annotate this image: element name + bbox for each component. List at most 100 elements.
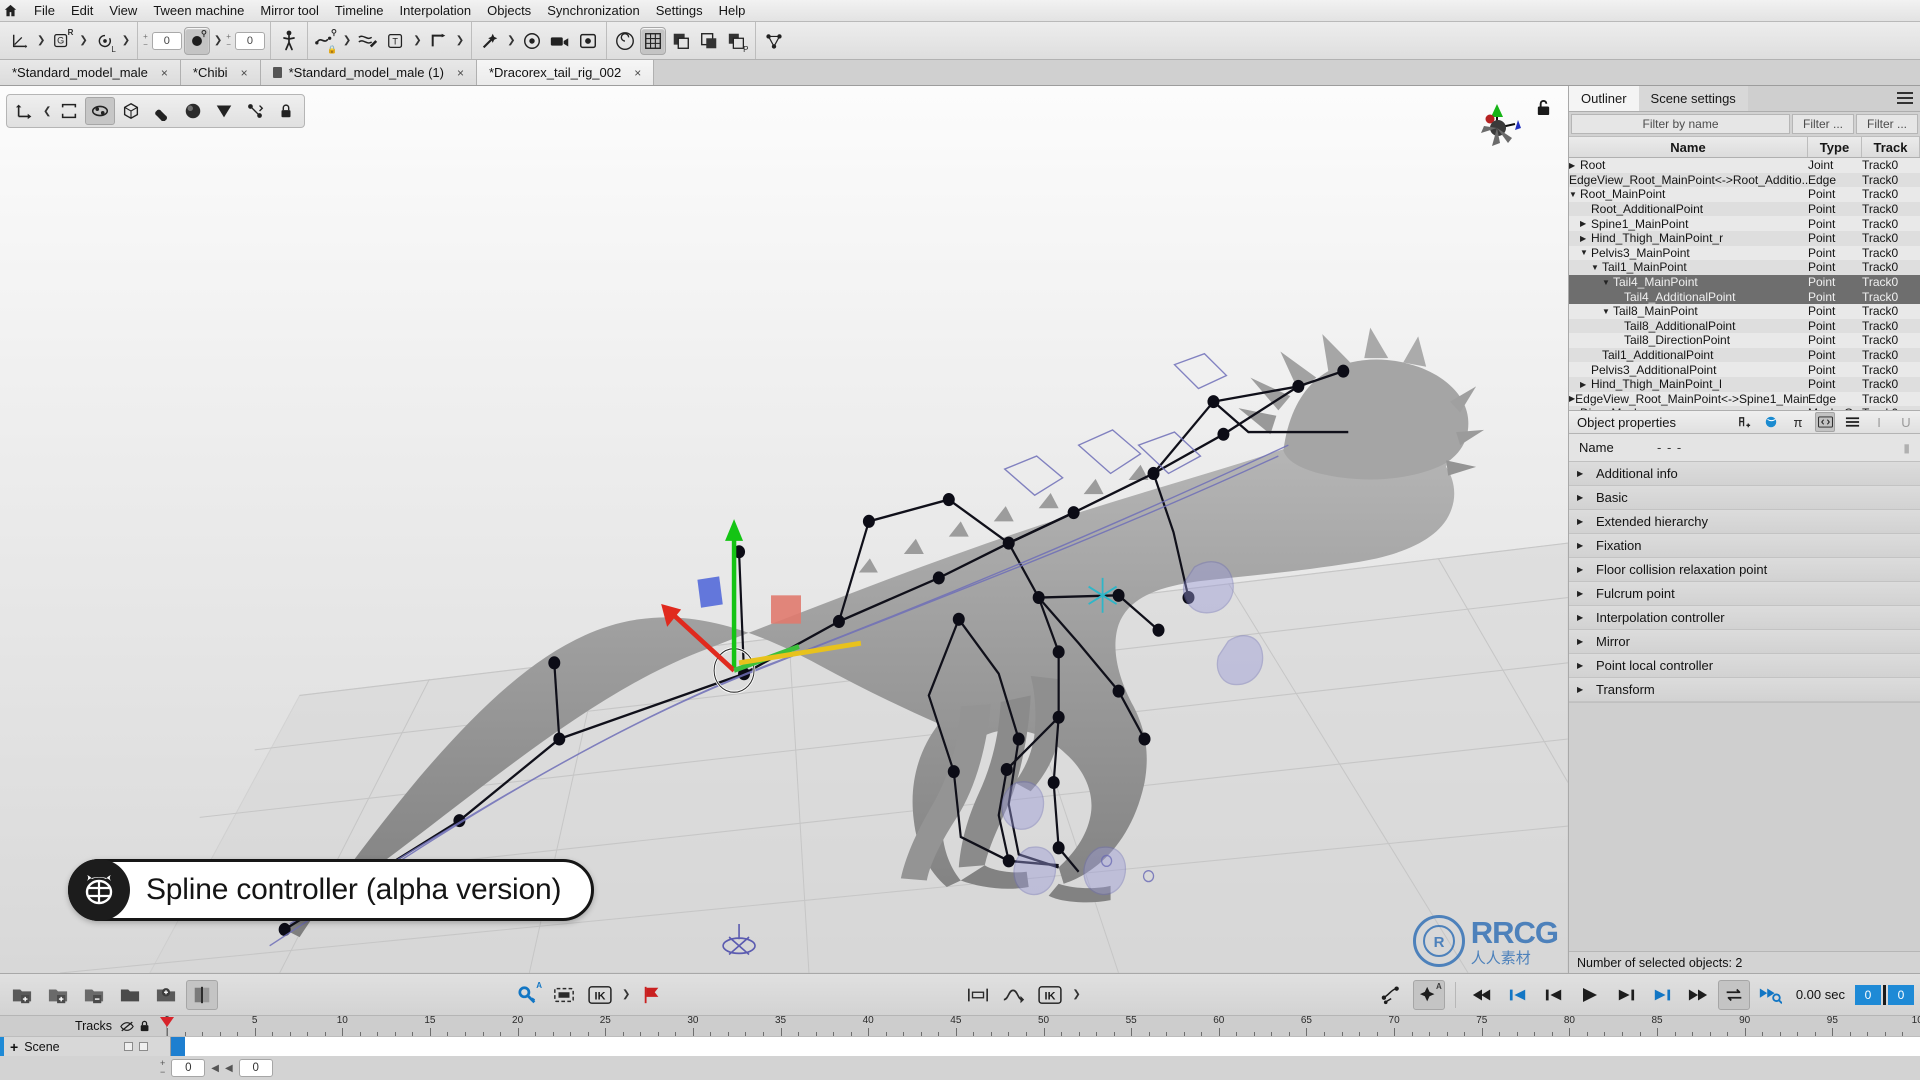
chevron-down-icon[interactable]: ❯: [35, 35, 47, 46]
chevron-down-icon-8[interactable]: ❯: [505, 35, 517, 46]
chevron-right-icon[interactable]: ▶: [1580, 234, 1591, 243]
filled-track-icon[interactable]: [114, 980, 146, 1010]
video-camera-icon[interactable]: [547, 27, 573, 55]
camera-frame-icon[interactable]: [575, 27, 601, 55]
chevron-down-icon[interactable]: ▼: [1602, 278, 1613, 287]
ik-2-icon[interactable]: IK: [1034, 980, 1066, 1010]
pi-expression-icon[interactable]: π: [1788, 412, 1808, 432]
range-start-input[interactable]: 0: [238, 1059, 273, 1077]
point-select-mode-icon[interactable]: ⚲: [183, 26, 210, 55]
chevron-right-icon[interactable]: ▶: [1569, 409, 1580, 410]
curve-jump-icon[interactable]: [998, 980, 1030, 1010]
character-pose-icon[interactable]: [276, 27, 302, 55]
global-coord-icon[interactable]: G R: [49, 27, 75, 55]
outliner-row[interactable]: ▼ Pelvis3_MainPoint Point Track0: [1569, 246, 1920, 261]
chevron-down-icon-5[interactable]: ❯: [341, 35, 353, 46]
property-section-fulcrum-point[interactable]: ▶ Fulcrum point: [1569, 582, 1920, 606]
previous-key-button[interactable]: [1538, 980, 1570, 1010]
step-back-2-icon[interactable]: ◀: [225, 1063, 233, 1074]
chevron-right-icon[interactable]: ▶: [1577, 493, 1588, 502]
i-icon[interactable]: I: [1869, 412, 1889, 432]
menu-item-interpolation[interactable]: Interpolation: [392, 1, 480, 20]
menu-item-tween-machine[interactable]: Tween machine: [145, 1, 252, 20]
menu-item-settings[interactable]: Settings: [648, 1, 711, 20]
new-folder-track-icon[interactable]: [6, 980, 38, 1010]
property-section-extended-hierarchy[interactable]: ▶ Extended hierarchy: [1569, 510, 1920, 534]
timeline-scene-row[interactable]: + Scene: [0, 1036, 1920, 1056]
property-section-transform[interactable]: ▶ Transform: [1569, 678, 1920, 702]
transform-axis-icon[interactable]: [7, 27, 33, 55]
ik-toggle-icon[interactable]: IK: [584, 980, 616, 1010]
property-section-interpolation-controller[interactable]: ▶ Interpolation controller: [1569, 606, 1920, 630]
outliner-row[interactable]: ▶ Hind_Thigh_MainPoint_l Point Track0: [1569, 376, 1920, 392]
close-icon[interactable]: ×: [634, 66, 641, 80]
outliner-row[interactable]: ▶ Spine1_MainPoint Point Track0: [1569, 216, 1920, 231]
chevron-left-icon[interactable]: ❮: [41, 106, 53, 117]
ghost-icon[interactable]: [209, 97, 239, 125]
menu-item-help[interactable]: Help: [711, 1, 754, 20]
chevron-right-icon[interactable]: ▶: [1577, 541, 1588, 550]
outliner-row[interactable]: ▶Dino_MeshMesh_GTrack0: [1569, 406, 1920, 410]
chevron-right-2-icon[interactable]: ❯: [1070, 989, 1082, 1000]
filter-track-input[interactable]: Filter ...: [1856, 114, 1918, 134]
next-key-button[interactable]: [1610, 980, 1642, 1010]
outliner-row[interactable]: Tail8_DirectionPoint Point Track0: [1569, 333, 1920, 348]
paste-pose-p-icon[interactable]: P: [724, 27, 750, 55]
chevron-right-icon[interactable]: ▶: [1577, 613, 1588, 622]
tab-scene-settings[interactable]: Scene settings: [1638, 86, 1748, 111]
grid-icon[interactable]: [640, 26, 667, 55]
add-object-icon[interactable]: [1734, 412, 1754, 432]
lock-icon[interactable]: [139, 1020, 150, 1032]
document-tab-2[interactable]: *Standard_model_male (1) ×: [260, 60, 477, 85]
chevron-right-icon[interactable]: ▶: [1577, 469, 1588, 478]
auto-key-icon[interactable]: A: [1412, 979, 1445, 1010]
outliner-row[interactable]: ▼ Tail1_MainPoint Point Track0: [1569, 260, 1920, 275]
menu-item-view[interactable]: View: [101, 1, 145, 20]
document-tab-3[interactable]: *Dracorex_tail_rig_002 ×: [476, 60, 655, 85]
chevron-down-icon-2[interactable]: ❯: [77, 35, 89, 46]
property-section-basic[interactable]: ▶ Basic: [1569, 486, 1920, 510]
step-back-icon[interactable]: ◀: [211, 1063, 219, 1074]
chevron-right-icon[interactable]: ▶: [1577, 589, 1588, 598]
outliner-row[interactable]: Tail8_AdditionalPoint Point Track0: [1569, 318, 1920, 334]
node-graph-icon[interactable]: [761, 27, 787, 55]
physics-target-icon[interactable]: [519, 27, 545, 55]
property-section-point-local-controller[interactable]: ▶ Point local controller: [1569, 654, 1920, 678]
outliner-row[interactable]: Tail4_AdditionalPoint Point Track0: [1569, 289, 1920, 304]
chevron-right-icon[interactable]: ▶: [1577, 685, 1588, 694]
chevron-down-icon-6[interactable]: ❯: [411, 35, 423, 46]
chevron-down-icon[interactable]: ▼: [1569, 190, 1580, 199]
outliner-row[interactable]: ▶ EdgeView_Root_MainPoint<->Spine1_Main..…: [1569, 392, 1920, 407]
chevron-down-icon-7[interactable]: ❯: [454, 35, 466, 46]
outliner-row[interactable]: ▼ Root_MainPoint Point Track0: [1569, 187, 1920, 202]
sphere-shade-icon[interactable]: [178, 97, 208, 125]
menu-item-file[interactable]: File: [26, 1, 63, 20]
document-tab-1[interactable]: *Chibi ×: [180, 60, 261, 85]
frame-field-b[interactable]: 0: [1887, 984, 1914, 1005]
menu-item-objects[interactable]: Objects: [479, 1, 539, 20]
play-button[interactable]: [1574, 980, 1606, 1010]
edit-curves-icon[interactable]: [355, 27, 381, 55]
axis-gizmo[interactable]: [1468, 98, 1526, 156]
outliner-row[interactable]: Pelvis3_AdditionalPoint Point Track0: [1569, 362, 1920, 377]
rotate-local-icon[interactable]: L: [92, 27, 118, 55]
chevron-down-icon-4[interactable]: ❯: [212, 35, 224, 46]
fast-forward-button[interactable]: [1682, 980, 1714, 1010]
flag-icon[interactable]: [636, 980, 668, 1010]
current-frame-input[interactable]: 0: [171, 1059, 206, 1077]
frame-stepper[interactable]: + −: [160, 1059, 165, 1077]
spiral-icon[interactable]: [612, 27, 638, 55]
document-tab-0[interactable]: *Standard_model_male ×: [0, 60, 181, 85]
viewport-lock-icon[interactable]: [1535, 98, 1552, 117]
copy-pose-icon[interactable]: [668, 27, 694, 55]
menu-item-edit[interactable]: Edit: [63, 1, 101, 20]
scene-lock-checkbox[interactable]: [139, 1042, 148, 1051]
outliner-row[interactable]: EdgeView_Root_MainPoint<->Root_Additio..…: [1569, 172, 1920, 188]
outliner-row[interactable]: Root_AdditionalPoint Point Track0: [1569, 201, 1920, 217]
menu-item-mirror-tool[interactable]: Mirror tool: [252, 1, 327, 20]
split-track-icon[interactable]: [186, 979, 218, 1010]
close-icon[interactable]: ×: [161, 66, 168, 80]
close-icon[interactable]: ×: [241, 66, 248, 80]
filter-type-input[interactable]: Filter ...: [1792, 114, 1854, 134]
box-select-icon[interactable]: [54, 97, 84, 125]
